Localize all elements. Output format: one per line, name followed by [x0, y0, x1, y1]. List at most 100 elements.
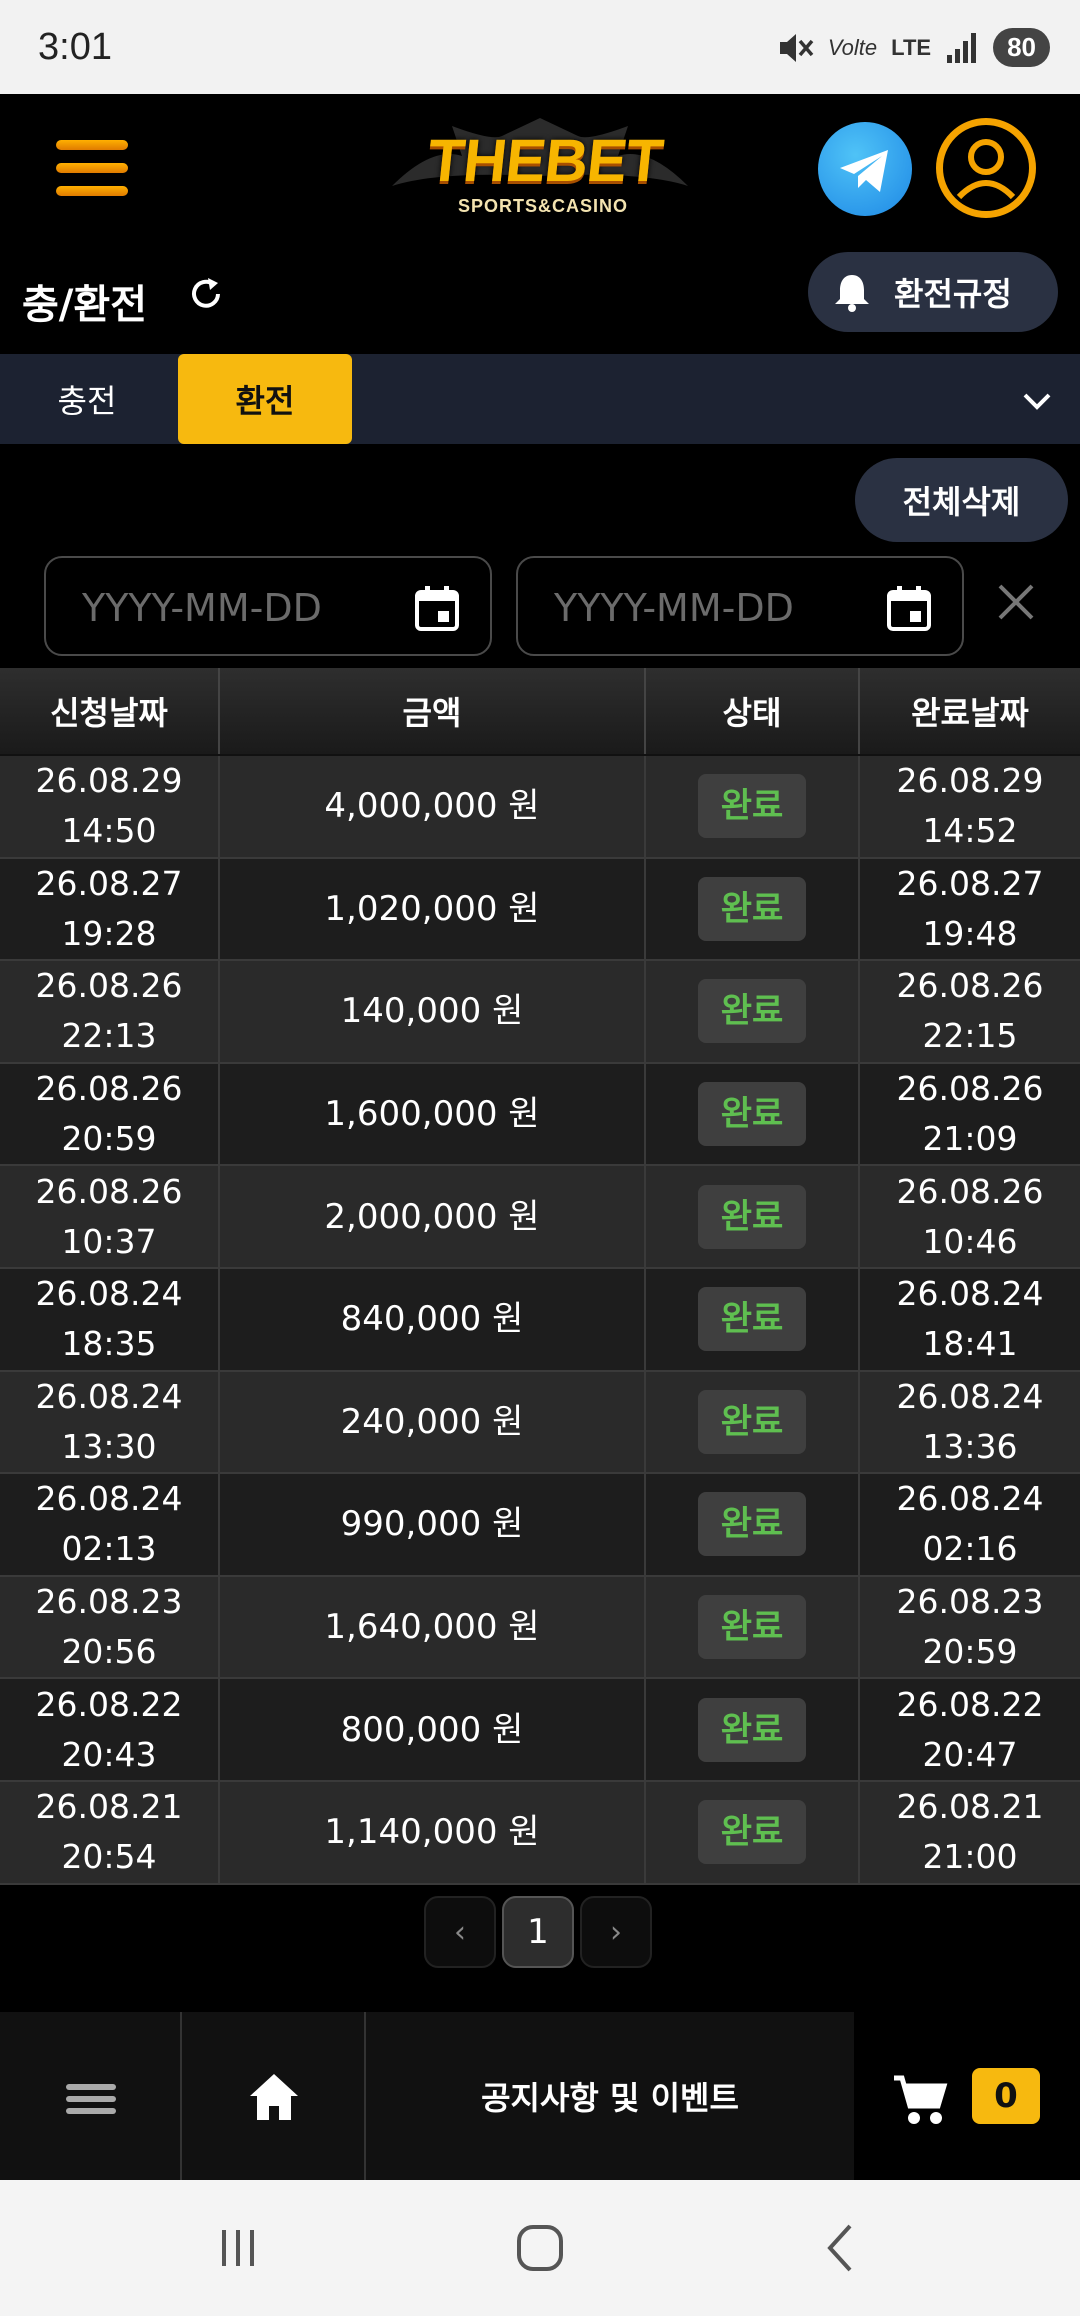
request-datetime-cell: 26.08.29 14:50 [0, 756, 220, 857]
request-date: 26.08.27 [35, 863, 183, 903]
complete-date: 26.08.22 [896, 1684, 1044, 1724]
amount-value: 140,000 원 [340, 991, 524, 1032]
status-cell: 완료 [646, 1063, 860, 1165]
complete-time: 21:00 [922, 1837, 1018, 1877]
status-cell: 완료 [646, 1166, 860, 1267]
request-time: 13:30 [61, 1426, 157, 1466]
request-date: 26.08.21 [35, 1787, 183, 1827]
complete-time: 22:15 [922, 1016, 1018, 1056]
page-button-current[interactable]: 1 [502, 1896, 574, 1968]
end-date-field[interactable] [516, 556, 964, 656]
status-cell: 완료 [646, 1679, 860, 1780]
request-date: 26.08.26 [35, 1171, 183, 1211]
calendar-icon[interactable] [886, 584, 932, 632]
complete-time: 13:36 [922, 1426, 1018, 1466]
recent-apps-icon[interactable] [208, 2218, 268, 2278]
bottom-menu-button[interactable] [0, 2012, 182, 2180]
clear-dates-icon[interactable] [994, 580, 1038, 624]
complete-datetime-cell: 26.08.24 02:16 [860, 1474, 1080, 1575]
complete-datetime-cell: 26.08.21 21:00 [860, 1782, 1080, 1883]
request-datetime-cell: 26.08.24 02:13 [0, 1474, 220, 1575]
end-date-input[interactable] [554, 580, 834, 636]
refresh-icon[interactable] [186, 274, 226, 314]
exchange-history-table: 신청날짜 금액 상태 완료날짜 26.08.29 14:50 4,000,000 원… [0, 668, 1080, 1885]
column-header-complete-date: 완료날짜 [911, 694, 1029, 732]
request-date: 26.08.22 [35, 1684, 183, 1724]
request-date: 26.08.24 [35, 1479, 183, 1519]
complete-time: 19:48 [922, 913, 1018, 953]
bottom-nav: 공지사항 및 이벤트 0 [0, 2012, 1080, 2180]
amount-value: 800,000 원 [340, 1709, 524, 1750]
amount-value: 1,600,000 원 [324, 1094, 540, 1135]
request-date: 26.08.29 [35, 761, 183, 801]
status-badge: 완료 [698, 1082, 806, 1147]
complete-datetime-cell: 26.08.27 19:48 [860, 859, 1080, 960]
start-date-field[interactable] [44, 556, 492, 656]
request-datetime-cell: 26.08.24 13:30 [0, 1371, 220, 1473]
status-badge: 완료 [698, 1389, 806, 1454]
request-date: 26.08.24 [35, 1274, 183, 1314]
title-row: 충/환전 환전규정 [0, 244, 1080, 354]
complete-date: 26.08.24 [896, 1376, 1044, 1416]
amount-cell: 140,000 원 [220, 961, 646, 1062]
home-button[interactable] [182, 2012, 366, 2180]
prev-page-button[interactable]: ‹ [424, 1896, 496, 1968]
request-date: 26.08.26 [35, 1069, 183, 1109]
home-icon [250, 2074, 298, 2120]
android-nav-bar [0, 2180, 1080, 2316]
complete-date: 26.08.26 [896, 1171, 1044, 1211]
complete-datetime-cell: 26.08.26 10:46 [860, 1166, 1080, 1267]
exchange-rules-label: 환전규정 [894, 275, 1012, 313]
amount-value: 840,000 원 [340, 1299, 524, 1340]
back-icon[interactable] [812, 2218, 872, 2278]
request-time: 18:35 [61, 1324, 157, 1364]
complete-datetime-cell: 26.08.26 21:09 [860, 1064, 1080, 1165]
calendar-icon[interactable] [414, 584, 460, 632]
signal-icon [947, 32, 977, 63]
amount-value: 4,000,000 원 [324, 786, 540, 827]
tab-exchange[interactable]: 환전 [178, 354, 352, 444]
amount-cell: 2,000,000 원 [220, 1166, 646, 1267]
table-row: 26.08.23 20:56 1,640,000 원 완료 26.08.23 20:59 [0, 1576, 1080, 1680]
complete-date: 26.08.23 [896, 1582, 1044, 1622]
pagination: ‹ 1 › [424, 1896, 652, 1968]
hamburger-menu-icon[interactable] [56, 140, 128, 196]
start-date-input[interactable] [82, 580, 362, 636]
exchange-rules-button[interactable]: 환전규정 [808, 252, 1058, 332]
table-row: 26.08.27 19:28 1,020,000 원 완료 26.08.27 19:48 [0, 858, 1080, 962]
request-time: 22:13 [61, 1016, 157, 1056]
delete-all-button[interactable]: 전체삭제 [855, 458, 1068, 542]
status-cell: 완료 [646, 858, 860, 960]
tab-charge[interactable]: 충전 [0, 354, 174, 444]
amount-value: 1,020,000 원 [324, 888, 540, 929]
mute-icon [779, 33, 814, 62]
home-nav-icon[interactable] [510, 2218, 570, 2278]
telegram-icon[interactable] [818, 122, 912, 216]
user-profile-icon[interactable] [936, 118, 1036, 218]
notice-events-link[interactable]: 공지사항 및 이벤트 [366, 2012, 854, 2180]
complete-date: 26.08.24 [896, 1479, 1044, 1519]
complete-date: 26.08.29 [896, 761, 1044, 801]
complete-time: 20:47 [922, 1734, 1018, 1774]
amount-value: 2,000,000 원 [324, 1196, 540, 1237]
status-cell: 완료 [646, 1781, 860, 1883]
table-header: 신청날짜 금액 상태 완료날짜 [0, 668, 1080, 756]
amount-cell: 840,000 원 [220, 1268, 646, 1370]
table-row: 26.08.26 10:37 2,000,000 원 완료 26.08.26 10:46 [0, 1166, 1080, 1269]
complete-datetime-cell: 26.08.29 14:52 [860, 756, 1080, 857]
chevron-down-icon[interactable] [1020, 384, 1054, 418]
next-page-button[interactable]: › [580, 1896, 652, 1968]
request-date: 26.08.26 [35, 966, 183, 1006]
request-datetime-cell: 26.08.24 18:35 [0, 1268, 220, 1370]
request-datetime-cell: 26.08.27 19:28 [0, 858, 220, 960]
table-row: 26.08.22 20:43 800,000 원 완료 26.08.22 20:47 [0, 1679, 1080, 1782]
status-cell: 완료 [646, 1268, 860, 1370]
cart-button[interactable]: 0 [854, 2012, 1080, 2180]
bell-icon [835, 275, 869, 312]
status-badge: 완료 [698, 774, 806, 839]
complete-time: 10:46 [922, 1221, 1018, 1261]
site-logo[interactable]: THEBET SPORTS&CASINO [392, 116, 688, 226]
status-bar: 3:01 Volte LTE 80 [0, 0, 1080, 94]
complete-date: 26.08.26 [896, 1069, 1044, 1109]
request-date: 26.08.24 [35, 1376, 183, 1416]
